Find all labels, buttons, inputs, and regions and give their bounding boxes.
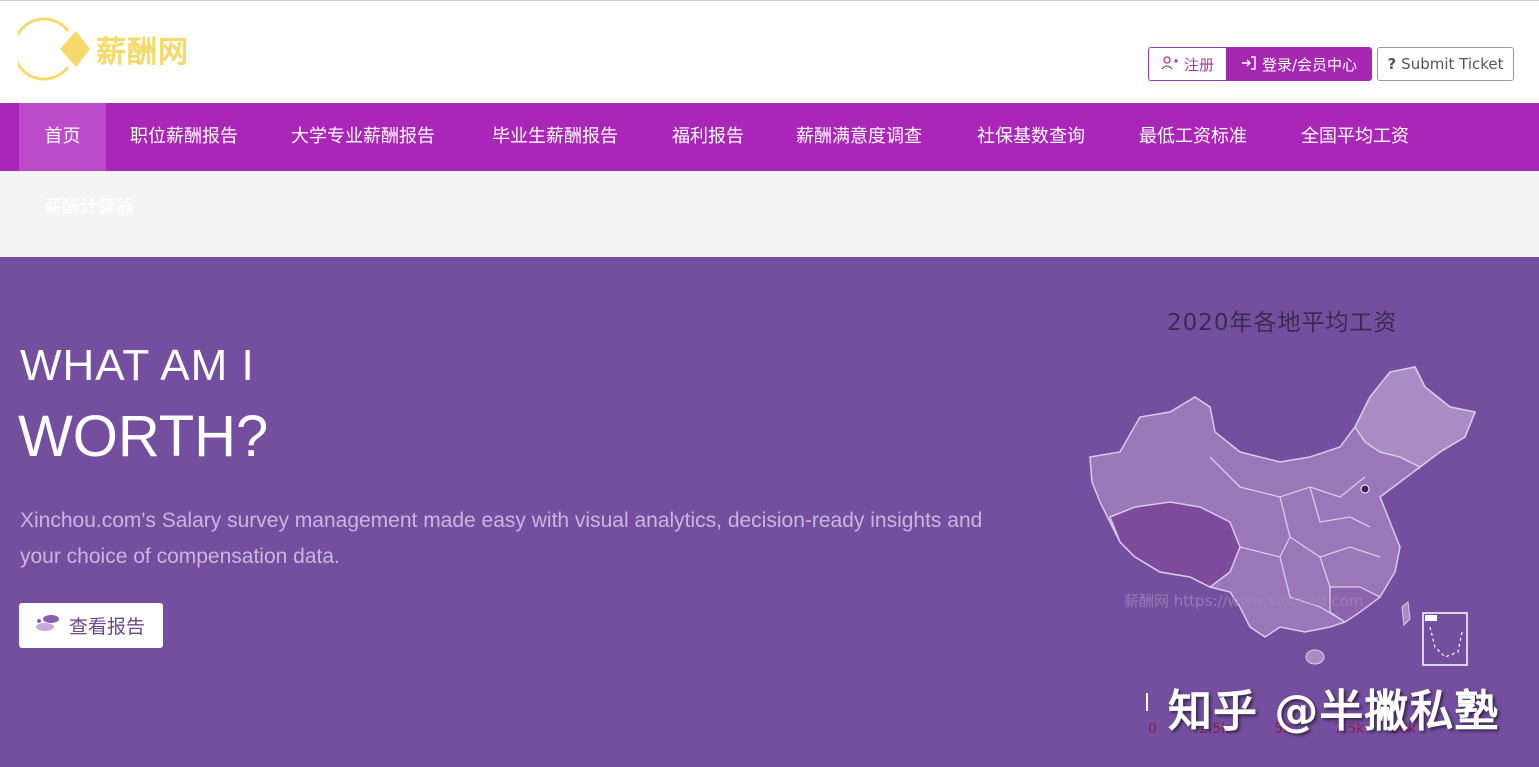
login-label: 登录/会员中心 [1261,55,1358,74]
login-button[interactable]: 登录/会员中心 [1226,47,1372,81]
report-icon [35,613,61,638]
nav-item-satisfaction[interactable]: 薪酬满意度调查 [796,103,922,171]
nav-item-job-salary[interactable]: 职位薪酬报告 [130,103,238,171]
register-label: 注册 [1183,55,1214,74]
nav-item-graduate-salary[interactable]: 毕业生薪酬报告 [492,103,618,171]
nav-item-min-wage[interactable]: 最低工资标准 [1139,103,1247,171]
china-salary-map[interactable] [1080,357,1490,677]
add-user-icon [1161,55,1179,73]
header: 薪酬网 注册 登录/会员中心 ? Submit Ticket [0,1,1539,103]
register-button[interactable]: 注册 [1148,47,1227,81]
view-report-button[interactable]: 查看报告 [19,603,163,648]
nav-item-home[interactable]: 首页 [19,103,106,171]
ticket-label: Submit Ticket [1401,55,1504,73]
question-icon: ? [1387,54,1397,73]
map-watermark: 薪酬网 https://www.xinchou.com [1124,592,1364,610]
logo-text: 薪酬网 [96,35,189,70]
nav-item-social-security[interactable]: 社保基数查询 [977,103,1085,171]
sub-nav: 薪酬计算器 [0,171,1539,257]
sign-in-icon [1241,55,1257,73]
nav-item-major-salary[interactable]: 大学专业薪酬报告 [291,103,435,171]
map-title: 2020年各地平均工资 [1167,310,1398,336]
legend-tick-0: 0 [1148,721,1157,737]
hero-section: WHAT AM I WORTH? Xinchou.com's Salary su… [0,257,1539,767]
hero-description: Xinchou.com's Salary survey management m… [20,509,983,568]
main-nav: 首页 职位薪酬报告 大学专业薪酬报告 毕业生薪酬报告 福利报告 薪酬满意度调查 … [0,103,1539,171]
hero-title-line1: WHAT AM I [20,341,255,390]
submit-ticket-button[interactable]: ? Submit Ticket [1377,47,1514,81]
logo-icon [18,17,90,81]
logo[interactable]: 薪酬网 [18,13,198,83]
hero-title-line2: WORTH? [18,404,269,469]
nav-item-avg-wage[interactable]: 全国平均工资 [1301,103,1409,171]
zhihu-watermark: 知乎 @半撇私塾 [1168,686,1500,737]
nav-item-benefits[interactable]: 福利报告 [672,103,744,171]
view-report-label: 查看报告 [69,616,146,638]
legend-bar [1146,693,1148,711]
nav-item-calculator[interactable]: 薪酬计算器 [44,193,134,219]
